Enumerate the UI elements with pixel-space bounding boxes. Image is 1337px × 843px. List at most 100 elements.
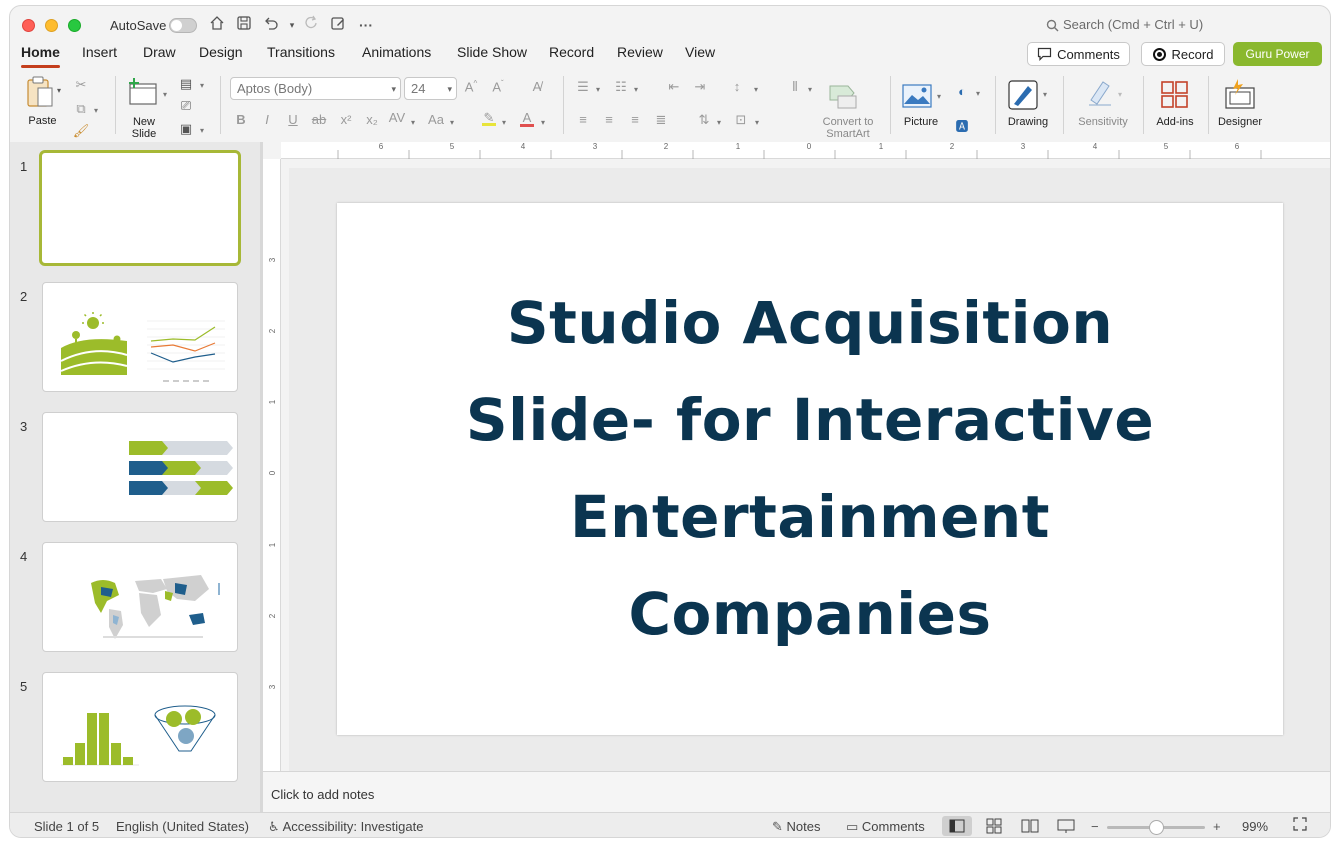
record-button[interactable]: Record xyxy=(1141,42,1225,66)
subscript-icon[interactable]: x₂ xyxy=(363,112,381,127)
language-status[interactable]: English (United States) xyxy=(116,819,249,834)
align-right-icon[interactable]: ≡ xyxy=(626,112,644,127)
font-color-dropdown-icon[interactable]: ▾ xyxy=(541,118,545,127)
tab-transitions[interactable]: Transitions xyxy=(267,44,335,60)
fit-to-window-icon[interactable] xyxy=(1292,816,1308,835)
text-box-icon[interactable]: 🅰 xyxy=(953,116,971,135)
shapes-icon[interactable]: ◐ xyxy=(953,84,971,99)
align-text-icon[interactable]: ⊡ xyxy=(732,112,750,128)
sensitivity-dropdown-icon[interactable]: ▾ xyxy=(1118,90,1122,99)
line-spacing-dropdown-icon[interactable]: ▾ xyxy=(754,85,758,94)
zoom-level[interactable]: 99% xyxy=(1242,819,1268,834)
layout-icon[interactable]: ▤ xyxy=(177,76,195,92)
smartart-icon[interactable] xyxy=(828,84,858,110)
designer-icon[interactable] xyxy=(1224,78,1256,110)
highlight-icon[interactable]: ✎ xyxy=(480,110,498,126)
slide-thumbnail-5[interactable] xyxy=(42,672,238,782)
slide-thumbnail-1[interactable] xyxy=(39,150,241,266)
slide-title[interactable]: Studio Acquisition Slide- for Interactiv… xyxy=(430,275,1190,663)
search-box[interactable]: Search (Cmd + Ctrl + U) xyxy=(1046,17,1203,32)
undo-dropdown-icon[interactable]: ▾ xyxy=(282,15,302,35)
section-icon[interactable]: ▣ xyxy=(177,121,195,137)
copy-icon[interactable]: ⧉ xyxy=(72,101,90,117)
autosave-toggle[interactable] xyxy=(169,18,197,33)
justify-icon[interactable]: ≣ xyxy=(652,112,670,128)
increase-font-icon[interactable]: A^ xyxy=(462,79,480,94)
cut-icon[interactable]: ✂ xyxy=(72,77,90,93)
underline-icon[interactable]: U xyxy=(284,112,302,127)
tab-design[interactable]: Design xyxy=(199,44,243,60)
add-ins-icon[interactable] xyxy=(1160,80,1190,110)
tab-animations[interactable]: Animations xyxy=(362,44,431,60)
columns-dropdown-icon[interactable]: ▾ xyxy=(808,85,812,94)
change-case-dropdown-icon[interactable]: ▾ xyxy=(450,118,454,127)
tab-draw[interactable]: Draw xyxy=(143,44,176,60)
picture-dropdown-icon[interactable]: ▾ xyxy=(937,92,941,101)
notes-pane[interactable]: Click to add notes xyxy=(263,771,1330,812)
font-size-select[interactable]: 24 ▾ xyxy=(404,77,457,100)
slide-thumbnail-2[interactable] xyxy=(42,282,238,392)
tab-slide-show[interactable]: Slide Show xyxy=(457,44,527,60)
superscript-icon[interactable]: x² xyxy=(337,112,355,127)
shapes-dropdown-icon[interactable]: ▾ xyxy=(976,89,980,98)
italic-icon[interactable]: I xyxy=(258,112,276,127)
zoom-slider-handle[interactable] xyxy=(1149,820,1164,835)
character-spacing-dropdown-icon[interactable]: ▾ xyxy=(411,118,415,127)
customize-icon[interactable] xyxy=(328,15,348,35)
more-options-icon[interactable]: ··· xyxy=(356,15,376,35)
paste-icon[interactable]: ▾ xyxy=(25,76,65,110)
font-color-icon[interactable]: A xyxy=(518,110,536,127)
close-window-button[interactable] xyxy=(22,19,35,32)
tab-view[interactable]: View xyxy=(685,44,715,60)
reset-icon[interactable]: ⎚ xyxy=(177,98,195,114)
accessibility-status[interactable]: ♿ Accessibility: Investigate xyxy=(268,819,423,835)
decrease-indent-icon[interactable]: ⇤ xyxy=(665,79,683,95)
copy-dropdown-icon[interactable]: ▾ xyxy=(94,106,98,115)
slide-sorter-view-button[interactable] xyxy=(979,816,1009,836)
save-icon[interactable] xyxy=(234,15,254,35)
zoom-in-button[interactable]: + xyxy=(1213,819,1221,834)
minimize-window-button[interactable] xyxy=(45,19,58,32)
comments-button[interactable]: Comments xyxy=(1027,42,1130,66)
slide-1[interactable]: Studio Acquisition Slide- for Interactiv… xyxy=(337,203,1283,735)
bullets-dropdown-icon[interactable]: ▾ xyxy=(596,85,600,94)
line-spacing-icon[interactable]: ↕ xyxy=(728,79,746,94)
bullets-icon[interactable]: ☰ xyxy=(574,79,592,95)
normal-view-button[interactable] xyxy=(942,816,972,836)
sensitivity-icon[interactable] xyxy=(1085,78,1115,108)
text-direction-icon[interactable]: ⇅ xyxy=(695,112,713,128)
slideshow-view-button[interactable] xyxy=(1051,816,1081,836)
redo-icon[interactable] xyxy=(302,15,322,35)
character-spacing-icon[interactable]: AV xyxy=(388,110,406,125)
bold-icon[interactable]: B xyxy=(232,112,250,127)
reading-view-button[interactable] xyxy=(1015,816,1045,836)
tab-insert[interactable]: Insert xyxy=(82,44,117,60)
picture-icon[interactable] xyxy=(902,84,932,108)
highlight-dropdown-icon[interactable]: ▾ xyxy=(502,118,506,127)
home-icon[interactable] xyxy=(207,15,227,35)
tab-review[interactable]: Review xyxy=(617,44,663,60)
slide-thumbnail-4[interactable] xyxy=(42,542,238,652)
align-text-dropdown-icon[interactable]: ▾ xyxy=(755,118,759,127)
zoom-out-button[interactable]: − xyxy=(1091,819,1099,834)
slide-thumbnail-3[interactable] xyxy=(42,412,238,522)
drawing-icon[interactable] xyxy=(1008,80,1038,110)
tab-home[interactable]: Home xyxy=(21,44,60,68)
text-direction-dropdown-icon[interactable]: ▾ xyxy=(717,118,721,127)
change-case-icon[interactable]: Aa xyxy=(427,112,445,127)
undo-icon[interactable] xyxy=(261,15,281,35)
strikethrough-icon[interactable]: ab xyxy=(310,112,328,127)
increase-indent-icon[interactable]: ⇥ xyxy=(691,79,709,95)
align-left-icon[interactable]: ≡ xyxy=(574,112,592,127)
new-slide-dropdown-icon[interactable]: ▾ xyxy=(163,90,167,99)
align-center-icon[interactable]: ≡ xyxy=(600,112,618,127)
zoom-window-button[interactable] xyxy=(68,19,81,32)
notes-toggle[interactable]: ✎ Notes xyxy=(772,819,821,835)
drawing-dropdown-icon[interactable]: ▾ xyxy=(1043,90,1047,99)
columns-icon[interactable]: ⫴ xyxy=(786,79,804,95)
decrease-font-icon[interactable]: Aˇ xyxy=(489,79,507,94)
layout-dropdown-icon[interactable]: ▾ xyxy=(200,81,204,90)
comments-toggle[interactable]: ▭ Comments xyxy=(846,819,925,835)
font-name-select[interactable]: Aptos (Body) ▾ xyxy=(230,77,401,100)
numbering-icon[interactable]: ☷ xyxy=(612,79,630,95)
